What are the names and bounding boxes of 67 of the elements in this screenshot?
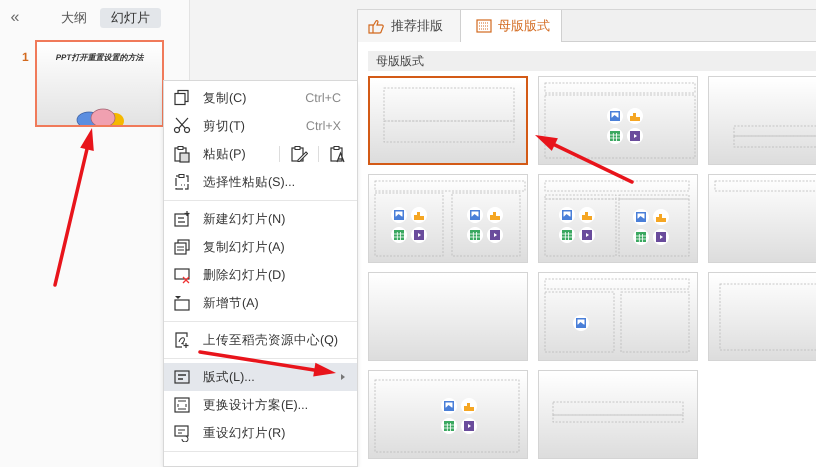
video-icon xyxy=(653,229,669,245)
bar-chart-icon xyxy=(579,207,595,223)
menu-item[interactable]: 剪切(T) Ctrl+X xyxy=(164,112,357,140)
menu-item[interactable]: 重设幻灯片(R) xyxy=(164,419,357,447)
tab[interactable]: 幻灯片 xyxy=(100,8,161,28)
paste-text-icon[interactable] xyxy=(329,145,347,163)
menu-item[interactable]: 新建幻灯片(N) xyxy=(164,205,357,233)
video-icon xyxy=(627,128,643,144)
image-icon xyxy=(441,398,457,414)
menu-item[interactable]: 版式(L)... xyxy=(164,363,357,391)
section-title: 母版版式 xyxy=(376,53,424,70)
video-icon xyxy=(579,227,595,243)
bar-chart-icon xyxy=(461,398,477,414)
bar-chart-icon xyxy=(627,108,643,124)
layout-icon xyxy=(173,368,191,386)
reset-slide-icon xyxy=(173,424,191,442)
image-icon xyxy=(607,108,623,124)
upload-icon xyxy=(173,331,191,349)
copy-slide-icon xyxy=(173,238,191,256)
design-icon xyxy=(173,396,191,414)
menu-item[interactable]: 上传至稻壳资源中心(Q) xyxy=(164,326,357,354)
tab[interactable]: 母版版式 xyxy=(461,10,562,42)
menu-item[interactable]: 删除幻灯片(D) xyxy=(164,261,357,289)
video-icon xyxy=(461,418,477,434)
table-icon xyxy=(441,418,457,434)
table-icon xyxy=(391,227,407,243)
table-icon xyxy=(607,128,623,144)
thumbs-up-icon xyxy=(368,18,385,34)
keyboard-icon xyxy=(476,19,492,33)
image-icon xyxy=(559,207,575,223)
submenu-arrow-icon xyxy=(341,374,345,380)
bar-chart-icon xyxy=(653,209,669,225)
video-icon xyxy=(487,227,503,243)
menu-item[interactable]: 选择性粘贴(S)... xyxy=(164,168,357,196)
scissors-icon xyxy=(173,117,191,135)
tab[interactable]: 大纲 xyxy=(50,8,98,28)
image-icon xyxy=(391,207,407,223)
menu-item[interactable]: 复制(C) Ctrl+C xyxy=(164,84,357,112)
placeholder-frame xyxy=(544,292,614,352)
new-slide-icon xyxy=(173,210,191,228)
slide-thumbnail[interactable]: PPT打开重置设置的方法 xyxy=(35,40,164,127)
paste-edit-icon[interactable] xyxy=(290,145,308,163)
collapse-button[interactable]: « xyxy=(8,10,22,26)
clipboard-icon xyxy=(173,173,191,191)
menu-item[interactable]: 更换设计方案(E)... xyxy=(164,391,357,419)
bar-chart-icon xyxy=(411,207,427,223)
image-icon xyxy=(573,315,589,331)
table-icon xyxy=(467,227,483,243)
cloud-drawing xyxy=(75,108,127,125)
image-icon xyxy=(467,207,483,223)
table-icon xyxy=(633,229,649,245)
delete-slide-icon xyxy=(173,266,191,284)
table-icon xyxy=(559,227,575,243)
placeholder-frame xyxy=(620,292,690,352)
menu-item[interactable]: 粘贴(P) xyxy=(164,140,357,168)
menu-item[interactable]: 复制幻灯片(A) xyxy=(164,233,357,261)
copy-icon xyxy=(173,89,191,107)
layout-thumbnail[interactable] xyxy=(368,76,528,165)
clipboard-icon xyxy=(173,145,191,163)
slide-number: 1 xyxy=(22,49,30,66)
section-icon xyxy=(173,294,191,312)
tab[interactable]: 推荐排版 xyxy=(358,10,461,42)
image-icon xyxy=(633,209,649,225)
slide-title: PPT打开重置设置的方法 xyxy=(56,52,144,64)
bar-chart-icon xyxy=(487,207,503,223)
menu-item[interactable]: 新增节(A) xyxy=(164,289,357,317)
video-icon xyxy=(411,227,427,243)
